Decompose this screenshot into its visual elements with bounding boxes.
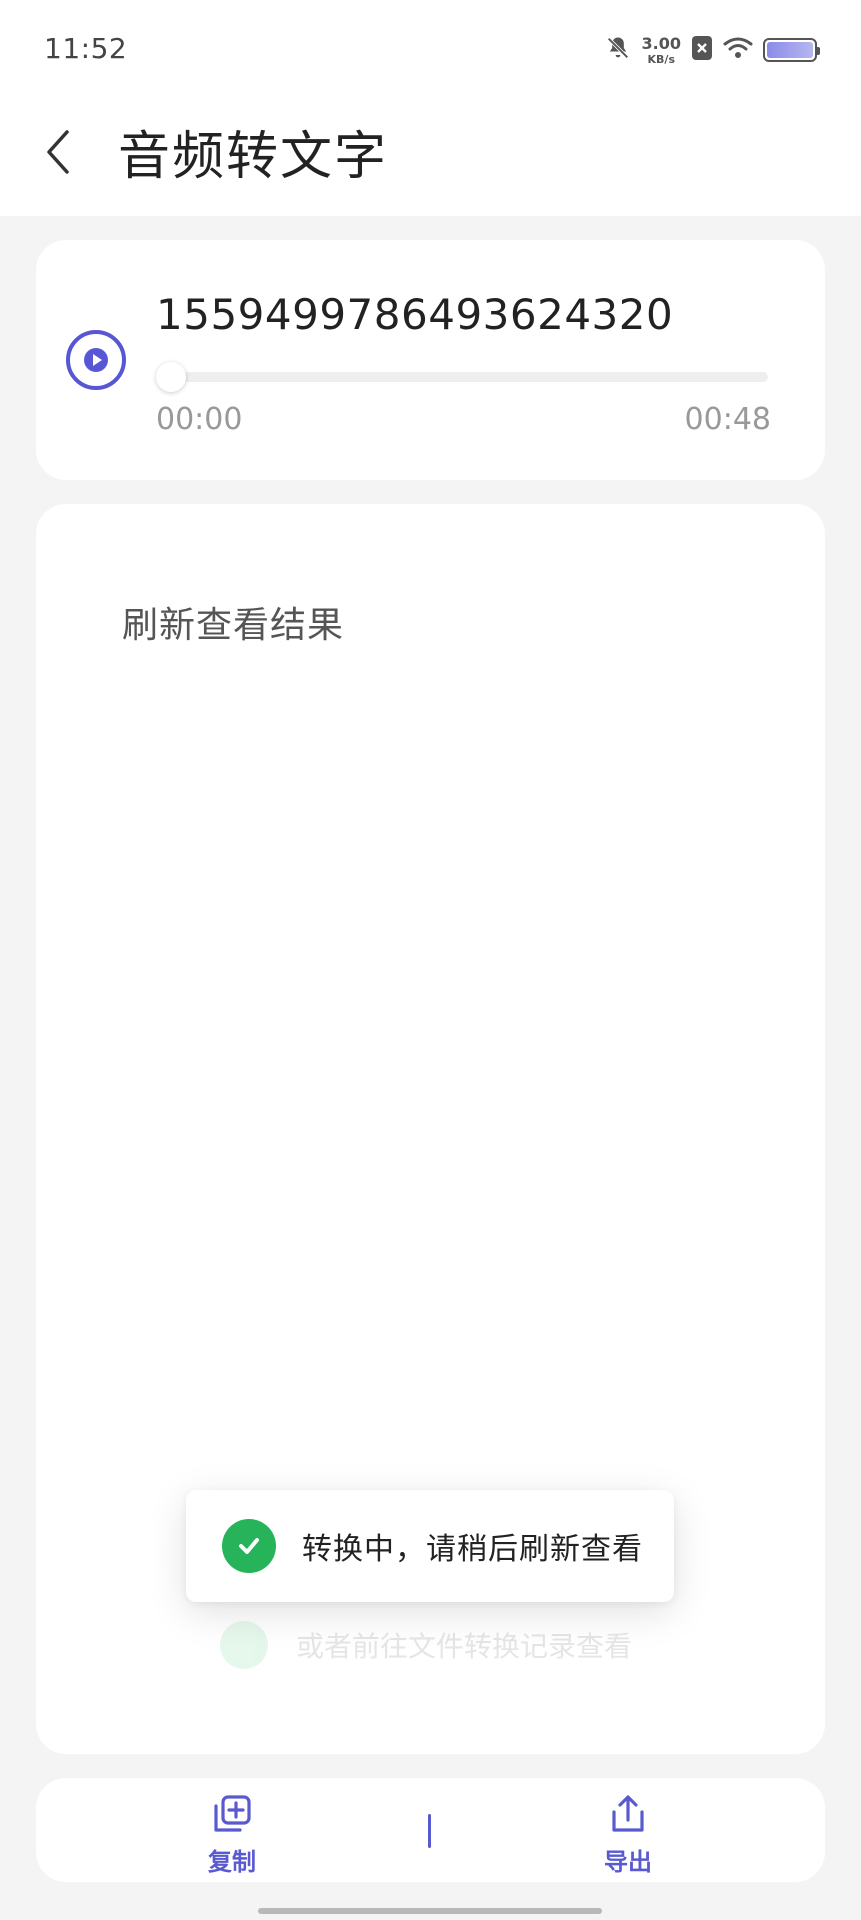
chevron-left-icon: [47, 130, 69, 174]
play-icon: [84, 348, 108, 372]
result-text: 刷新查看结果: [122, 605, 345, 646]
previous-toast: 或者前往文件转换记录查看: [186, 1612, 686, 1678]
previous-toast-text: 或者前往文件转换记录查看: [296, 1630, 633, 1663]
status-icons: 3.00 KB/s: [604, 30, 820, 70]
wifi-icon: [723, 36, 753, 64]
export-button[interactable]: 导出: [568, 1792, 688, 1878]
back-button[interactable]: [36, 120, 80, 184]
check-circle-icon: [220, 1621, 268, 1669]
page-title: 音频转文字: [118, 127, 389, 187]
audio-to-text-screen: 11:52 3.00 KB/s 音频转文字 155949978649362432…: [0, 0, 861, 1920]
top-bar: 11:52 3.00 KB/s 音频转文字: [0, 0, 861, 216]
no-sim-icon: [691, 35, 713, 65]
audio-file-name: 1559499786493624320: [156, 290, 674, 339]
playback-progress-slider[interactable]: [156, 362, 768, 392]
net-speed-unit: KB/s: [647, 52, 675, 66]
export-label: 导出: [604, 1848, 652, 1876]
current-time: 00:00: [156, 402, 243, 437]
audio-player-card: 1559499786493624320 00:00 00:48: [36, 240, 825, 480]
copy-add-icon: [214, 1795, 251, 1832]
toast-message: 转换中，请稍后刷新查看: [302, 1532, 643, 1567]
bottom-action-bar: 复制 导出: [36, 1778, 825, 1882]
bell-muted-icon: [604, 34, 632, 66]
converting-toast: 转换中，请稍后刷新查看: [186, 1490, 674, 1602]
copy-label: 复制: [208, 1848, 256, 1876]
home-indicator[interactable]: [258, 1908, 602, 1914]
action-divider: [428, 1814, 431, 1848]
battery-fill: [767, 42, 813, 58]
play-button[interactable]: [66, 330, 126, 390]
net-speed: 3.00 KB/s: [641, 33, 681, 66]
share-export-icon: [612, 1795, 644, 1832]
net-speed-value: 3.00: [641, 33, 681, 53]
battery-icon: [763, 38, 820, 62]
progress-thumb[interactable]: [156, 362, 186, 392]
copy-button[interactable]: 复制: [172, 1792, 292, 1878]
check-circle-icon: [222, 1519, 276, 1573]
total-time: 00:48: [684, 402, 771, 437]
status-time: 11:52: [44, 32, 128, 65]
